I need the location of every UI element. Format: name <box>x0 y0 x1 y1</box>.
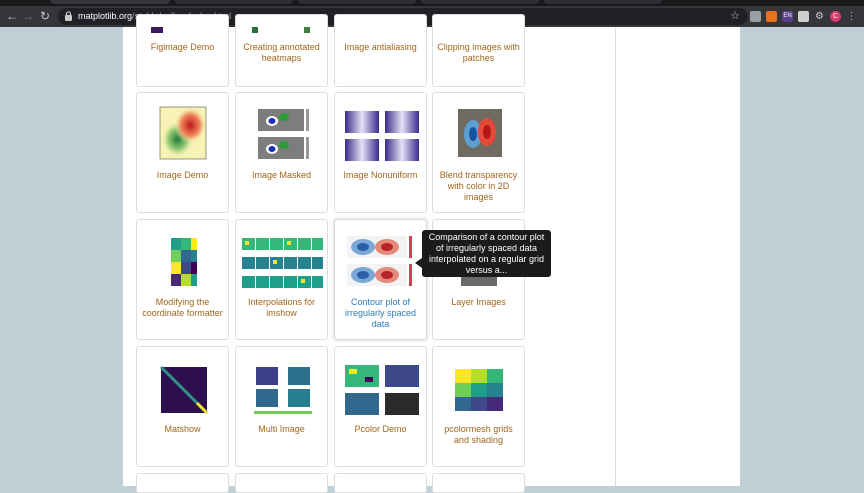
card-caption: Image Masked <box>251 170 312 180</box>
card-caption: pcolormesh grids and shading <box>444 424 513 445</box>
card-caption: Matshow <box>164 424 201 434</box>
card-caption: Pcolor Demo <box>354 424 407 434</box>
tooltip-arrow <box>415 258 422 268</box>
hover-tooltip: Comparison of a contour plot of irregula… <box>422 230 551 277</box>
gallery-card-multi-image[interactable]: Multi Image <box>235 346 328 467</box>
contour-irregular-thumbnail <box>347 236 412 286</box>
forward-icon[interactable]: → <box>21 9 35 23</box>
back-icon[interactable]: ← <box>5 9 19 23</box>
gallery-card-image-demo[interactable]: Image Demo <box>136 92 229 213</box>
blend-transparency-thumbnail <box>458 109 502 157</box>
gallery-card-pcolor-demo[interactable]: Pcolor Demo <box>334 346 427 467</box>
extension-en-label: EN <box>783 13 792 19</box>
extension-orange-icon[interactable] <box>766 11 777 22</box>
gallery-card-image-masked[interactable]: Image Masked <box>235 92 328 213</box>
image-demo-thumbnail <box>159 106 207 160</box>
sidebar-divider <box>615 27 616 486</box>
gallery-card-partial[interactable] <box>334 473 427 493</box>
coordinate-formatter-thumbnail <box>171 238 197 286</box>
tab-plotly[interactable] <box>421 0 539 4</box>
gallery-card-image-nonuniform[interactable]: Image Nonuniform <box>334 92 427 213</box>
matshow-thumbnail <box>159 365 209 415</box>
card-caption: Image Nonuniform <box>343 170 418 180</box>
card-caption: Image antialiasing <box>344 42 417 52</box>
extension-en-icon[interactable]: EN <box>782 11 793 22</box>
gallery-card-blend-transparency[interactable]: Blend transparency with color in 2D imag… <box>432 92 525 213</box>
card-caption: Interpolations for imshow <box>247 297 316 318</box>
tab-gallery[interactable] <box>50 0 170 4</box>
browser-menu-icon[interactable]: ⋮ <box>846 11 857 22</box>
gallery-card-matshow[interactable]: Matshow <box>136 346 229 467</box>
card-caption: Clipping images with patches <box>437 42 520 63</box>
bookmark-star-icon[interactable]: ☆ <box>730 9 740 23</box>
card-caption: Blend transparency with color in 2D imag… <box>439 170 518 202</box>
gallery-card-interpolations-imshow[interactable]: Interpolations for imshow <box>235 219 328 340</box>
card-caption: Contour plot of irregularly spaced data <box>344 297 417 329</box>
multi-image-thumbnail <box>254 367 312 414</box>
gallery-card-figimage-demo[interactable]: Figimage Demo <box>136 14 229 87</box>
gallery-card-pcolormesh-grids[interactable]: pcolormesh grids and shading <box>432 346 525 467</box>
card-caption: Layer Images <box>451 297 506 307</box>
tab-seaborn[interactable] <box>175 0 293 4</box>
tab-colab[interactable] <box>298 0 416 4</box>
profile-initial: C <box>832 13 839 20</box>
card-caption: Figimage Demo <box>150 42 215 52</box>
profile-avatar[interactable]: C <box>830 11 841 22</box>
gallery-card-contour-irregular[interactable]: Contour plot of irregularly spaced data <box>334 219 427 340</box>
gallery-card-image-antialiasing[interactable]: Image antialiasing <box>334 14 427 87</box>
gallery-card-partial[interactable] <box>235 473 328 493</box>
gallery-card-annotated-heatmaps[interactable]: Creating annotated heatmaps <box>235 14 328 87</box>
tab-episodes[interactable] <box>544 0 662 4</box>
card-caption: Modifying the coordinate formatter <box>142 297 223 318</box>
gallery-card-partial[interactable] <box>136 473 229 493</box>
extensions-puzzle-icon[interactable]: ⚙ <box>814 11 825 22</box>
image-masked-thumbnail <box>258 109 309 159</box>
gallery-card-coordinate-formatter[interactable]: Modifying the coordinate formatter <box>136 219 229 340</box>
card-caption: Image Demo <box>156 170 209 180</box>
interpolations-thumbnail <box>242 238 323 288</box>
lock-icon <box>65 11 72 21</box>
image-nonuniform-thumbnail <box>345 111 419 161</box>
url-host: matplotlib.org <box>78 11 133 21</box>
pcolor-demo-thumbnail <box>345 365 419 415</box>
figimage-thumbnail <box>151 27 163 33</box>
card-caption: Multi Image <box>258 424 305 434</box>
card-caption: Creating annotated heatmaps <box>243 42 320 63</box>
reload-icon[interactable]: ↻ <box>38 9 52 23</box>
heatmap-thumbnail <box>252 27 310 33</box>
extension-notion-icon[interactable] <box>798 11 809 22</box>
pcolormesh-thumbnail <box>455 369 503 411</box>
gallery-card-clipping-images[interactable]: Clipping images with patches <box>432 14 525 87</box>
extension-camera-icon[interactable] <box>750 11 761 22</box>
gallery-card-partial[interactable] <box>432 473 525 493</box>
